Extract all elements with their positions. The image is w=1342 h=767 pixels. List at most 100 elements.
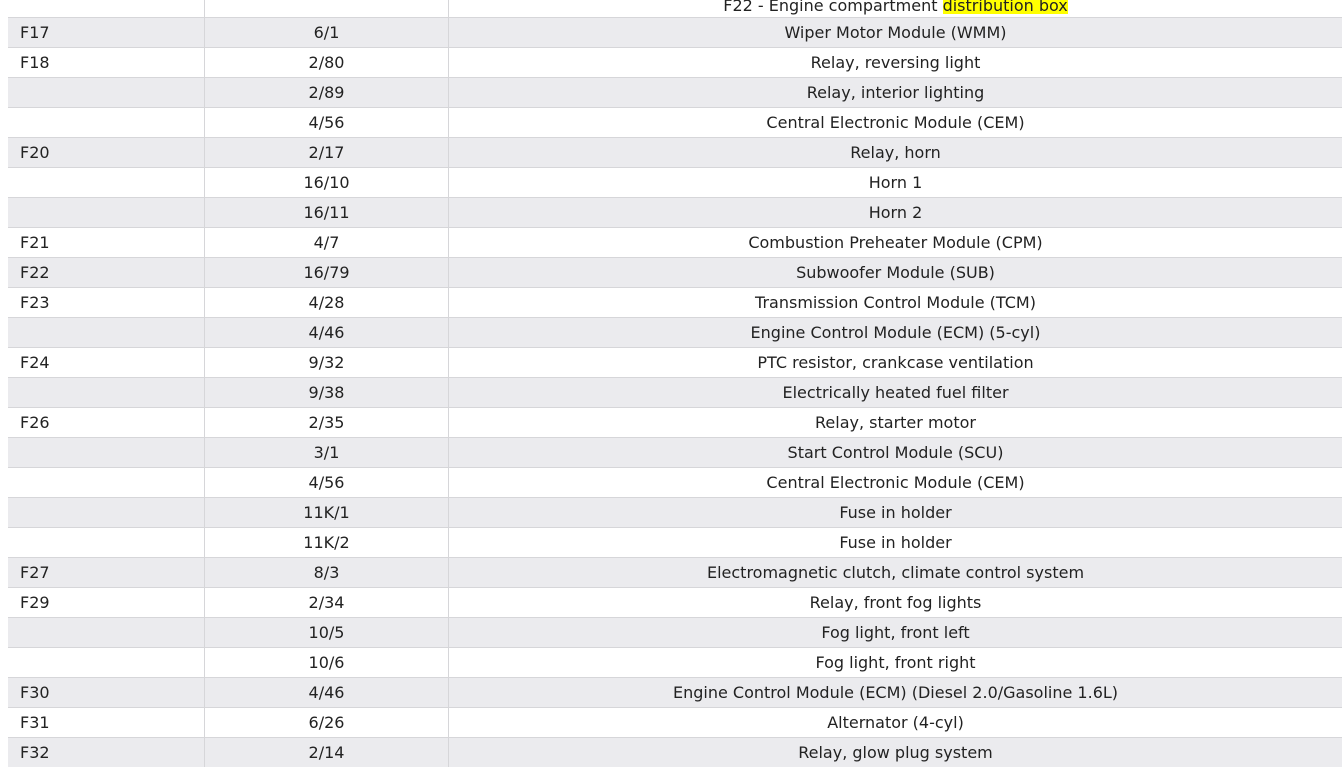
fuse-cell [8, 198, 205, 227]
fuse-cell [8, 528, 205, 557]
fuse-cell: F24 [8, 348, 205, 377]
fuse-cell: F21 [8, 228, 205, 257]
component-cell: Relay, glow plug system [798, 742, 993, 762]
table-row: F23 4/28 Transmission Control Module (TCM) [8, 288, 1342, 318]
connector-cell: 2/89 [205, 78, 449, 107]
fuse-cell [8, 648, 205, 677]
fuse-cell [8, 168, 205, 197]
connector-cell [205, 0, 449, 17]
component-cell: Engine Control Module (ECM) (Diesel 2.0/… [672, 682, 1119, 702]
table-row: 11K/2 Fuse in holder [8, 528, 1342, 558]
connector-cell: 2/80 [205, 48, 449, 77]
fuse-cell: F27 [8, 558, 205, 587]
table-body: F17 6/1 Wiper Motor Module (WMM) F18 2/80 Rel… [8, 18, 1342, 767]
component-cell: Engine Control Module (ECM) (5-cyl) [750, 322, 1041, 342]
component-cell: Alternator (4-cyl) [827, 712, 964, 732]
fuse-cell: F18 [8, 48, 205, 77]
component-cell: PTC resistor, crankcase ventilation [757, 352, 1034, 372]
component-cell: Central Electronic Module (CEM) [766, 472, 1025, 492]
table-row-header: F22 - Engine compartment distribution bo… [8, 0, 1342, 18]
component-cell: Combustion Preheater Module (CPM) [748, 232, 1043, 252]
connector-cell: 4/46 [205, 318, 449, 347]
fuse-cell [8, 78, 205, 107]
connector-cell: 16/79 [205, 258, 449, 287]
connector-cell: 9/38 [205, 378, 449, 407]
table-row: F31 6/26 Alternator (4-cyl) [8, 708, 1342, 738]
table-row: F30 4/46 Engine Control Module (ECM) (Dies… [8, 678, 1342, 708]
fuse-cell [8, 618, 205, 647]
connector-cell: 4/56 [205, 108, 449, 137]
table-row: F20 2/17 Relay, horn [8, 138, 1342, 168]
connector-cell: 16/10 [205, 168, 449, 197]
connector-cell: 8/3 [205, 558, 449, 587]
component-cell: Central Electronic Module (CEM) [766, 112, 1025, 132]
component-cell: Fuse in holder [839, 502, 952, 522]
table-row: F17 6/1 Wiper Motor Module (WMM) [8, 18, 1342, 48]
fuse-cell: F29 [8, 588, 205, 617]
fuse-cell: F20 [8, 138, 205, 167]
table-row: F29 2/34 Relay, front fog lights [8, 588, 1342, 618]
table-row: 9/38 Electrically heated fuel filter [8, 378, 1342, 408]
table-row: 4/46 Engine Control Module (ECM) (5-cyl) [8, 318, 1342, 348]
component-cell: Relay, front fog lights [809, 592, 982, 612]
component-cell: Electromagnetic clutch, climate control … [706, 562, 1085, 582]
connector-cell: 3/1 [205, 438, 449, 467]
component-cell: Horn 1 [868, 172, 923, 192]
connector-cell: 6/26 [205, 708, 449, 737]
fuse-cell: F23 [8, 288, 205, 317]
table-row: 3/1 Start Control Module (SCU) [8, 438, 1342, 468]
component-cell: Transmission Control Module (TCM) [755, 292, 1036, 312]
table-row: 4/56 Central Electronic Module (CEM) [8, 468, 1342, 498]
component-cell: Wiper Motor Module (WMM) [784, 22, 1007, 42]
table-row: 10/5 Fog light, front left [8, 618, 1342, 648]
table-row: F26 2/35 Relay, starter motor [8, 408, 1342, 438]
fuse-cell [8, 378, 205, 407]
connector-cell: 2/17 [205, 138, 449, 167]
table-row: F18 2/80 Relay, reversing light [8, 48, 1342, 78]
fuse-cell: F30 [8, 678, 205, 707]
connector-cell: 4/46 [205, 678, 449, 707]
connector-cell: 9/32 [205, 348, 449, 377]
table-row: 16/10 Horn 1 [8, 168, 1342, 198]
fuse-cell [8, 498, 205, 527]
search-highlight: distribution box [942, 0, 1068, 14]
connector-cell: 6/1 [205, 18, 449, 47]
fuse-cell: F32 [8, 738, 205, 767]
component-cell: Relay, starter motor [815, 412, 976, 432]
fuse-cell: F26 [8, 408, 205, 437]
table-row: 2/89 Relay, interior lighting [8, 78, 1342, 108]
component-cell: Fog light, front right [815, 652, 976, 672]
fuse-table: F22 - Engine compartment distribution bo… [8, 0, 1342, 767]
component-cell: Relay, reversing light [810, 52, 981, 72]
connector-cell: 2/35 [205, 408, 449, 437]
fuse-cell [8, 438, 205, 467]
component-cell: Relay, interior lighting [806, 82, 985, 102]
component-cell: Horn 2 [868, 202, 923, 222]
table-row: F24 9/32 PTC resistor, crankcase ventilati… [8, 348, 1342, 378]
component-cell: Start Control Module (SCU) [787, 442, 1004, 462]
connector-cell: 11K/1 [205, 498, 449, 527]
document-page: F22 - Engine compartment distribution bo… [0, 0, 1342, 767]
connector-cell: 2/34 [205, 588, 449, 617]
table-row: 11K/1 Fuse in holder [8, 498, 1342, 528]
connector-cell: 11K/2 [205, 528, 449, 557]
component-cell: Fuse in holder [839, 532, 952, 552]
connector-cell: 10/6 [205, 648, 449, 677]
connector-cell: 4/7 [205, 228, 449, 257]
component-cell: Relay, horn [850, 142, 941, 162]
connector-cell: 4/56 [205, 468, 449, 497]
component-cell: Subwoofer Module (SUB) [796, 262, 995, 282]
fuse-cell [8, 318, 205, 347]
fuse-cell: F22 [8, 258, 205, 287]
table-row: F21 4/7 Combustion Preheater Module (CPM) [8, 228, 1342, 258]
table-row: F32 2/14 Relay, glow plug system [8, 738, 1342, 767]
connector-cell: 4/28 [205, 288, 449, 317]
fuse-cell [8, 108, 205, 137]
component-cell: Fog light, front left [821, 622, 970, 642]
connector-cell: 2/14 [205, 738, 449, 767]
component-cell: F22 - Engine compartment distribution bo… [449, 0, 1342, 17]
table-row: F27 8/3 Electromagnetic clutch, climate co… [8, 558, 1342, 588]
table-row: 10/6 Fog light, front right [8, 648, 1342, 678]
component-text: F22 - Engine compartment [723, 0, 943, 15]
component-cell: Electrically heated fuel filter [782, 382, 1009, 402]
